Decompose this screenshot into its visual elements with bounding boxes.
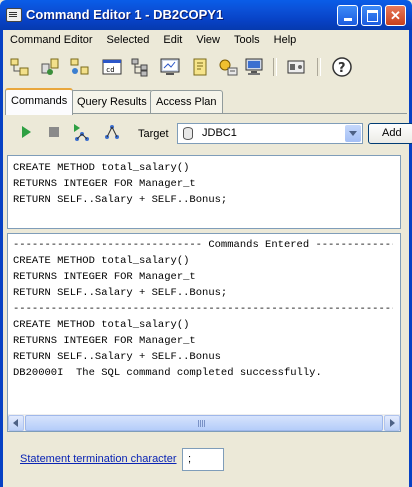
settings-icon[interactable]	[285, 56, 307, 78]
close-button[interactable]: ✕	[385, 5, 406, 26]
main-toolbar: cd ?	[5, 52, 405, 82]
add-button[interactable]: Add	[368, 123, 412, 144]
close-icon: ✕	[390, 8, 401, 23]
execute-icon[interactable]	[16, 122, 36, 142]
maximize-icon	[367, 10, 378, 22]
results-pane[interactable]: ------------------------------ Commands …	[7, 233, 401, 432]
statement-termination-link[interactable]: Statement termination character	[20, 453, 177, 465]
tab-query-results[interactable]: Query Results	[71, 90, 153, 113]
menu-help[interactable]: Help	[267, 32, 304, 50]
target-select[interactable]: JDBC1	[177, 123, 363, 144]
window-title: Command Editor 1 - DB2COPY1	[26, 7, 224, 22]
execute-and-access-plan-icon[interactable]	[72, 122, 92, 142]
command-toolbar: Target JDBC1 Add	[5, 118, 412, 150]
tab-strip: Commands Query Results Access Plan	[5, 88, 407, 115]
scroll-right-icon[interactable]	[384, 415, 400, 431]
chevron-down-icon[interactable]	[345, 125, 361, 142]
target-label: Target	[138, 128, 169, 140]
footer-bar: Statement termination character ;	[3, 436, 409, 487]
menu-bar: Command Editor Selected Edit View Tools …	[3, 32, 303, 50]
database-icon	[183, 127, 193, 140]
editor-line: RETURNS INTEGER FOR Manager_t	[13, 178, 196, 190]
editor-line: RETURN SELF..Salary + SELF..Bonus;	[13, 194, 228, 206]
results-line: RETURN SELF..Salary + SELF..Bonus	[13, 351, 221, 363]
scrollbar-thumb[interactable]	[25, 415, 383, 431]
stop-icon[interactable]	[44, 122, 64, 142]
app-icon[interactable]	[6, 8, 22, 22]
svg-text:?: ?	[338, 61, 346, 76]
results-line: ------------------------------ Commands …	[13, 239, 393, 251]
horizontal-scrollbar[interactable]	[8, 414, 400, 431]
title-bar[interactable]: Command Editor 1 - DB2COPY1 ✕	[0, 0, 412, 30]
license-icon[interactable]	[217, 56, 239, 78]
window-border-left	[0, 30, 3, 487]
results-line: CREATE METHOD total_salary()	[13, 319, 190, 331]
target-value: JDBC1	[202, 127, 237, 139]
menu-tools[interactable]: Tools	[227, 32, 267, 50]
results-line: RETURN SELF..Salary + SELF..Bonus;	[13, 287, 228, 299]
toolbar-separator	[273, 58, 277, 76]
command-editor-input[interactable]: CREATE METHOD total_salary() RETURNS INT…	[7, 155, 401, 229]
object-tree-icon[interactable]	[129, 56, 151, 78]
termination-character-field[interactable]: ;	[182, 448, 224, 471]
sql-assist-icon[interactable]	[69, 56, 91, 78]
results-line: RETURNS INTEGER FOR Manager_t	[13, 271, 196, 283]
task-center-icon[interactable]	[243, 56, 265, 78]
results-line: RETURNS INTEGER FOR Manager_t	[13, 335, 196, 347]
access-plan-icon[interactable]	[102, 122, 122, 142]
control-center-icon[interactable]	[159, 56, 181, 78]
editor-line: CREATE METHOD total_salary()	[13, 162, 190, 174]
tab-access-plan[interactable]: Access Plan	[150, 90, 223, 113]
maximize-button[interactable]	[361, 5, 382, 26]
results-line: ----------------------------------------…	[13, 303, 393, 315]
results-line: CREATE METHOD total_salary()	[13, 255, 190, 267]
add-db-icon[interactable]	[9, 56, 31, 78]
scroll-left-icon[interactable]	[8, 415, 24, 431]
menu-view[interactable]: View	[189, 32, 227, 50]
journal-icon[interactable]	[189, 56, 211, 78]
connect-icon[interactable]	[39, 56, 61, 78]
command-window-icon[interactable]: cd	[101, 56, 123, 78]
results-line: DB20000I The SQL command completed succe…	[13, 367, 322, 379]
menu-edit[interactable]: Edit	[156, 32, 189, 50]
svg-text:cd: cd	[106, 66, 114, 74]
results-content: ------------------------------ Commands …	[13, 237, 393, 415]
help-icon[interactable]: ?	[331, 56, 353, 78]
menu-command-editor[interactable]: Command Editor	[3, 32, 100, 50]
toolbar-separator	[317, 58, 321, 76]
minimize-icon	[344, 18, 352, 21]
tab-commands[interactable]: Commands	[5, 88, 74, 115]
menu-selected[interactable]: Selected	[100, 32, 157, 50]
minimize-button[interactable]	[337, 5, 358, 26]
